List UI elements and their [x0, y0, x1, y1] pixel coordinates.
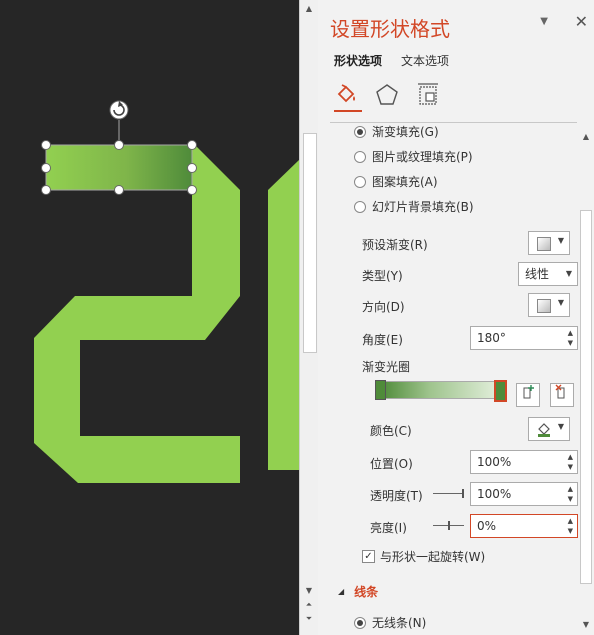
rotate-with-shape-checkbox[interactable]: ✓ 与形状一起旋转(W)	[362, 548, 485, 565]
radio-picture-fill[interactable]: 图片或纹理填充(P)	[354, 148, 473, 165]
pane-scroll-thumb[interactable]	[580, 210, 592, 584]
tab-shape-options[interactable]: 形状选项	[334, 52, 382, 69]
type-value: 线性	[525, 267, 550, 281]
angle-value: 180°	[477, 331, 506, 345]
pane-scrollbar[interactable]: ▲ ▼	[579, 130, 592, 635]
transparency-slider-thumb[interactable]	[462, 489, 464, 498]
transparency-slider[interactable]	[433, 493, 464, 494]
color-picker[interactable]: ▼	[528, 417, 570, 441]
line-section-title: 线条	[354, 585, 379, 599]
gradient-stops-bar[interactable]	[380, 381, 504, 399]
angle-label: 角度(E)	[362, 333, 403, 347]
spin-up-icon[interactable]: ▲	[568, 484, 573, 494]
slide-graphic	[34, 100, 299, 483]
rotate-handle-icon[interactable]	[109, 100, 129, 120]
preset-gradient-label: 预设渐变(R)	[362, 238, 428, 252]
radio-dot	[354, 150, 366, 163]
brightness-slider-thumb[interactable]	[448, 521, 450, 530]
tab-text-options[interactable]: 文本选项	[401, 52, 449, 69]
radio-no-line[interactable]: 无线条(N)	[354, 614, 426, 631]
transparency-input[interactable]: 100% ▲ ▼	[470, 482, 578, 506]
digit-zero-shape[interactable]	[268, 160, 299, 470]
radio-dot	[354, 125, 366, 138]
color-label: 颜色(C)	[370, 424, 412, 438]
radio-dot	[354, 200, 366, 213]
gradient-stops-label: 渐变光圈	[362, 360, 411, 374]
size-properties-icon[interactable]	[415, 82, 441, 108]
scroll-down-icon[interactable]: ▼	[303, 586, 315, 596]
type-label: 类型(Y)	[362, 269, 403, 283]
brightness-label: 亮度(I)	[370, 521, 407, 535]
next-slide-icon[interactable]: ⏷	[303, 614, 315, 624]
slide-scrollbar[interactable]: ▲ ▼ ⏶ ⏷	[299, 0, 319, 635]
direction-dropdown[interactable]: ▼	[528, 293, 570, 317]
gradient-stop-1[interactable]	[375, 380, 386, 400]
type-select[interactable]: 线性 ▼	[518, 262, 578, 286]
digit-two-shape[interactable]	[34, 145, 240, 483]
radio-pattern-fill[interactable]: 图案填充(A)	[354, 173, 438, 190]
pane-divider	[330, 122, 577, 123]
chevron-down-icon: ▼	[557, 236, 564, 245]
selected-rectangle[interactable]	[46, 145, 192, 190]
radio-label: 幻灯片背景填充(B)	[372, 200, 474, 214]
radio-gradient-fill[interactable]: 渐变填充(G)	[354, 124, 439, 140]
position-label: 位置(O)	[370, 457, 413, 471]
scroll-up-icon[interactable]: ▲	[580, 132, 592, 142]
radio-label: 图案填充(A)	[372, 175, 438, 189]
pane-title: 设置形状格式	[330, 17, 450, 41]
slide-canvas[interactable]	[0, 0, 299, 635]
scroll-thumb[interactable]	[303, 133, 317, 353]
spin-down-icon[interactable]: ▼	[568, 494, 573, 504]
chevron-down-icon: ▼	[557, 422, 564, 431]
scroll-down-icon[interactable]: ▼	[580, 620, 592, 630]
direction-label: 方向(D)	[362, 300, 405, 314]
position-value: 100%	[477, 455, 512, 469]
add-stop-icon[interactable]	[516, 383, 540, 407]
chevron-down-icon: ▼	[565, 269, 572, 278]
paint-bucket-icon	[536, 421, 552, 440]
gradient-swatch	[537, 237, 551, 251]
close-icon[interactable]: ✕	[575, 12, 588, 31]
prev-slide-icon[interactable]: ⏶	[303, 600, 315, 610]
checkbox-box: ✓	[362, 550, 375, 563]
chevron-down-icon: ▼	[557, 298, 564, 307]
brightness-input[interactable]: 0% ▲ ▼	[470, 514, 578, 538]
gradient-stop-2[interactable]	[494, 380, 507, 402]
active-icon-indicator	[334, 110, 362, 112]
transparency-value: 100%	[477, 487, 512, 501]
angle-input[interactable]: 180° ▲ ▼	[470, 326, 578, 350]
transparency-label: 透明度(T)	[370, 489, 423, 503]
radio-label: 图片或纹理填充(P)	[372, 150, 473, 164]
radio-dot	[354, 175, 366, 188]
spin-down-icon[interactable]: ▼	[568, 338, 573, 348]
brightness-value: 0%	[477, 519, 497, 533]
rotate-with-shape-label: 与形状一起旋转(W)	[380, 550, 486, 564]
direction-swatch	[537, 299, 551, 313]
radio-dot	[354, 616, 366, 629]
pane-content: 渐变填充(G) 图片或纹理填充(P) 图案填充(A) 幻灯片背景填充(B) 预设…	[318, 124, 580, 635]
spin-up-icon[interactable]: ▲	[568, 452, 573, 462]
effects-pentagon-icon[interactable]	[374, 82, 400, 108]
spin-up-icon[interactable]: ▲	[568, 516, 573, 526]
line-section-header[interactable]: ◢ 线条	[338, 583, 378, 600]
pane-options-icon[interactable]: ▼	[540, 16, 548, 27]
position-input[interactable]: 100% ▲ ▼	[470, 450, 578, 474]
remove-stop-icon[interactable]	[550, 383, 574, 407]
radio-label: 无线条(N)	[372, 616, 427, 630]
spin-down-icon[interactable]: ▼	[568, 462, 573, 472]
spin-up-icon[interactable]: ▲	[568, 328, 573, 338]
radio-slide-background-fill[interactable]: 幻灯片背景填充(B)	[354, 198, 474, 215]
radio-label: 渐变填充(G)	[372, 125, 439, 139]
spin-down-icon[interactable]: ▼	[568, 526, 573, 536]
fill-line-icon[interactable]	[333, 82, 359, 108]
collapse-triangle-icon: ◢	[338, 587, 345, 596]
format-shape-pane: 设置形状格式 ▼ ✕ 形状选项 文本选项 渐变填充(G) 图片或纹理填充(P) …	[318, 0, 594, 635]
scroll-up-icon[interactable]: ▲	[303, 4, 315, 14]
preset-gradient-dropdown[interactable]: ▼	[528, 231, 570, 255]
